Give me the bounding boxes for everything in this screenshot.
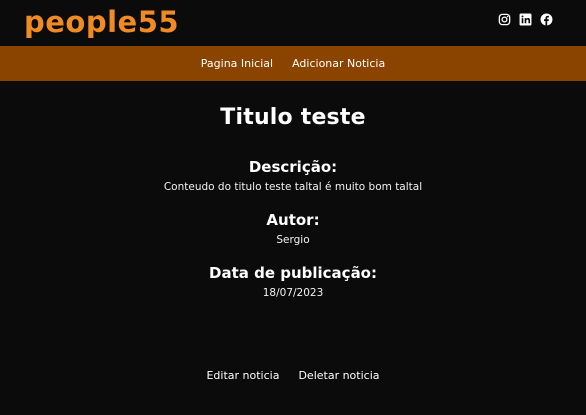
facebook-link[interactable] [540,13,553,26]
nav-item-home[interactable]: Pagina Inicial [201,57,273,70]
instagram-icon [498,13,511,26]
edit-news-link[interactable]: Editar noticia [206,369,279,382]
linkedin-icon [519,13,532,26]
date-section: Data de publicação: 18/07/2023 [0,263,586,301]
linkedin-link[interactable] [519,13,532,26]
article-detail: Titulo teste Descrição: Conteudo do titu… [0,81,586,301]
top-bar: people55 [0,0,586,46]
author-section: Autor: Sergio [0,210,586,248]
author-label: Autor: [266,211,320,229]
article-title: Titulo teste [220,105,366,130]
nav-item-add-news[interactable]: Adicionar Noticia [292,57,385,70]
page: people55 Pagina Inicial Adicionar Notici… [0,0,586,415]
instagram-link[interactable] [498,13,511,26]
description-section: Descrição: Conteudo do titulo teste talt… [0,157,586,195]
description-label: Descrição: [248,158,338,176]
main-nav: Pagina Inicial Adicionar Noticia [0,46,586,81]
article-actions: Editar noticia Deletar noticia [0,369,586,382]
author-name: Sergio [276,234,310,246]
date-label: Data de publicação: [209,264,377,282]
publication-date: 18/07/2023 [262,287,324,299]
social-links [498,13,553,26]
delete-news-link[interactable]: Deletar noticia [298,369,379,382]
facebook-icon [540,13,553,26]
description-text: Conteudo do titulo teste taltal é muito … [163,181,423,193]
site-logo[interactable]: people55 [24,3,179,41]
